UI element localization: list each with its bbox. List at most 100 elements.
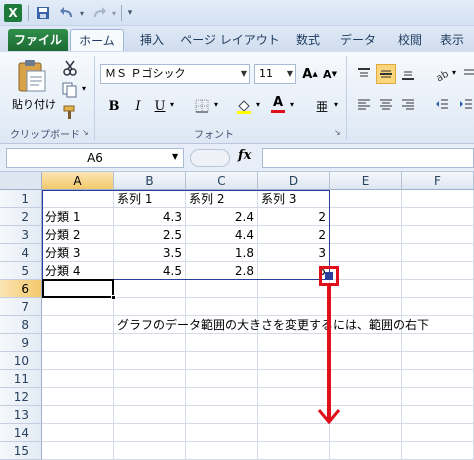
column-header-c[interactable]: C [186,172,258,190]
font-size-combo[interactable]: 11 ▼ [254,64,296,84]
data-value-cell[interactable]: 2.8 [186,262,258,280]
data-value-cell[interactable]: 4.3 [114,208,186,226]
row-header-2[interactable]: 2 [0,208,42,226]
fill-color-dropdown-icon[interactable]: ▾ [256,100,260,109]
align-bottom-icon[interactable] [398,64,418,84]
decrease-indent-icon[interactable] [432,94,452,114]
orientation-icon[interactable]: ab [432,64,452,84]
series-header-cell[interactable]: 系列 2 [186,190,258,208]
select-all-corner[interactable] [0,172,42,190]
orientation-dropdown-icon[interactable]: ▾ [452,68,456,77]
category-label-cell[interactable]: 分類 4 [42,262,114,280]
copy-dropdown-icon[interactable]: ▾ [82,84,86,93]
data-value-cell[interactable]: 4.5 [114,262,186,280]
category-label-cell[interactable]: 分類 2 [42,226,114,244]
data-value-cell[interactable]: 2 [258,208,330,226]
excel-logo-icon[interactable]: X [4,4,22,22]
series-header-cell[interactable]: 系列 1 [114,190,186,208]
data-value-cell[interactable]: 3.5 [114,244,186,262]
row-header-10[interactable]: 10 [0,352,42,370]
row-header-13[interactable]: 13 [0,406,42,424]
font-name-combo[interactable]: ＭＳ Ｐゴシック ▼ [100,64,250,84]
align-center-icon[interactable] [376,94,396,114]
data-value-cell[interactable]: 2.4 [186,208,258,226]
increase-indent-icon[interactable] [456,94,474,114]
data-value-cell[interactable]: 2.5 [114,226,186,244]
tab-file[interactable]: ファイル [8,29,68,51]
column-header-a[interactable]: A [42,172,114,190]
row-header-5[interactable]: 5 [0,262,42,280]
tab-data[interactable]: データ [336,29,380,51]
column-header-d[interactable]: D [258,172,330,190]
redo-dropdown-icon[interactable]: ▾ [110,4,118,22]
clipboard-launcher-icon[interactable]: ↘ [82,128,89,137]
row-header-4[interactable]: 4 [0,244,42,262]
row-header-12[interactable]: 12 [0,388,42,406]
copy-icon[interactable] [60,80,80,100]
format-painter-icon[interactable] [60,102,80,122]
category-label-cell[interactable]: 分類 3 [42,244,114,262]
bold-button[interactable]: B [104,96,124,116]
align-middle-icon[interactable] [376,64,396,84]
paste-icon[interactable] [14,58,48,94]
column-header-b[interactable]: B [114,172,186,190]
data-value-cell[interactable]: 4.4 [186,226,258,244]
row-header-3[interactable]: 3 [0,226,42,244]
row-header-8[interactable]: 8 [0,316,42,334]
borders-dropdown-icon[interactable]: ▾ [214,100,218,109]
data-value-cell[interactable]: 1.8 [186,244,258,262]
tab-home[interactable]: ホーム [70,29,124,51]
align-top-icon[interactable] [354,64,374,84]
worksheet-grid[interactable]: ABCDEF 1 2 3 4 5 6 7 8 9 10 11 12 13 14 15 系列 1 系列 2 系列 … [0,172,474,460]
data-value-cell[interactable]: 2 [258,226,330,244]
shrink-font-button[interactable]: A ▼ [320,64,340,84]
row-header-14[interactable]: 14 [0,424,42,442]
row-header-15[interactable]: 15 [0,442,42,460]
font-launcher-icon[interactable]: ↘ [334,128,341,137]
row-header-11[interactable]: 11 [0,370,42,388]
fill-color-icon[interactable] [234,96,254,116]
formula-input[interactable] [262,148,474,168]
underline-button[interactable]: U [150,96,170,116]
italic-button[interactable]: I [128,96,148,116]
range-resize-handle[interactable] [325,272,333,280]
formula-bar-splitter[interactable] [190,149,230,167]
tab-formulas[interactable]: 数式 [286,29,330,51]
undo-icon[interactable] [58,4,76,22]
paste-button[interactable]: 貼り付け [12,96,56,112]
data-value-cell[interactable]: 3 [258,244,330,262]
insert-function-button[interactable]: fx [238,148,251,163]
name-box[interactable]: A6 [6,148,184,168]
wrap-text-icon[interactable] [460,64,474,84]
name-box-dropdown-icon[interactable]: ▼ [172,152,178,161]
grow-font-button[interactable]: A ▲ [300,64,320,84]
row-header-6[interactable]: 6 [0,280,42,298]
tab-page-layout[interactable]: ページ レイアウト [180,29,280,51]
font-color-button[interactable]: A [268,94,288,114]
row-header-1[interactable]: 1 [0,190,42,208]
customize-qat-icon[interactable]: ▾ [124,4,136,22]
series-header-cell[interactable]: 系列 3 [258,190,330,208]
fill-handle[interactable] [111,295,116,300]
redo-icon[interactable] [90,4,108,22]
save-icon[interactable] [34,4,52,22]
align-right-icon[interactable] [398,94,418,114]
align-left-icon[interactable] [354,94,374,114]
phonetic-guide-button[interactable]: 亜 [312,96,332,116]
column-header-f[interactable]: F [402,172,474,190]
font-color-dropdown-icon[interactable]: ▾ [290,100,294,109]
undo-dropdown-icon[interactable]: ▾ [78,4,86,22]
tab-insert[interactable]: 挿入 [132,29,172,51]
tab-view[interactable]: 表示 [440,29,474,51]
underline-dropdown-icon[interactable]: ▾ [170,100,174,109]
chevron-down-icon[interactable]: ▼ [287,65,293,83]
row-header-9[interactable]: 9 [0,334,42,352]
category-label-cell[interactable]: 分類 1 [42,208,114,226]
column-header-e[interactable]: E [330,172,402,190]
tab-review[interactable]: 校閲 [388,29,432,51]
borders-icon[interactable] [192,96,212,116]
cut-icon[interactable] [60,58,80,78]
chevron-down-icon[interactable]: ▼ [241,65,247,83]
phonetic-dropdown-icon[interactable]: ▾ [334,100,338,109]
row-header-7[interactable]: 7 [0,298,42,316]
